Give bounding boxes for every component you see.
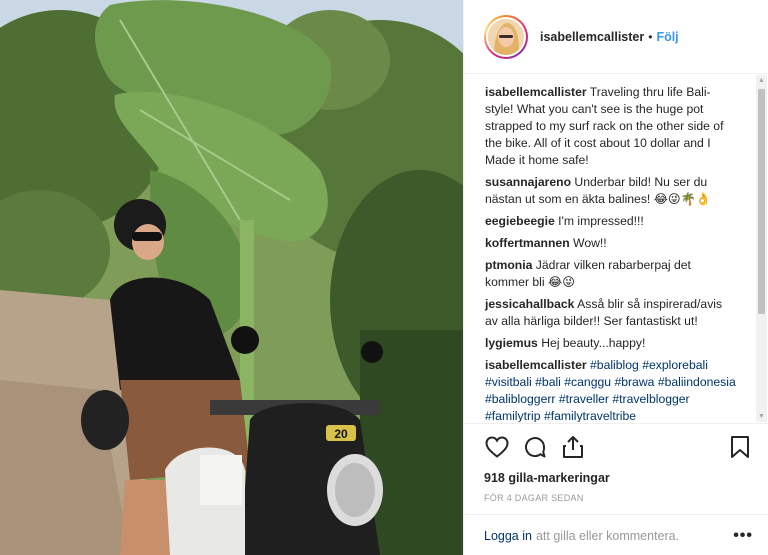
more-options-icon[interactable]: ••• <box>733 527 753 545</box>
hashtag-link[interactable]: #visitbali <box>485 375 532 389</box>
comment-text: Hej beauty...happy! <box>541 336 646 350</box>
comment-username[interactable]: jessicahallback <box>485 297 574 311</box>
comment-username[interactable]: koffertmannen <box>485 236 570 250</box>
hashtag-link[interactable]: #explorebali <box>642 358 708 372</box>
login-link[interactable]: Logga in <box>484 529 532 543</box>
comment-item: ptmonia Jädrar vilken rabarberpaj det ko… <box>485 257 738 291</box>
avatar[interactable] <box>484 14 528 59</box>
login-prompt: Logga in att gilla eller kommentera. ••• <box>464 514 768 555</box>
comment-username[interactable]: lygiemus <box>485 336 538 350</box>
hashtag-link[interactable]: #familytrip <box>485 409 541 422</box>
follow-button[interactable]: Följ <box>656 30 678 44</box>
comment-item: isabellemcallister Traveling thru life B… <box>485 84 738 169</box>
share-button[interactable] <box>560 434 586 460</box>
hashtag-link[interactable]: #balibloggerr <box>485 392 555 406</box>
heart-icon <box>485 436 509 458</box>
comment-username[interactable]: susannajareno <box>485 175 571 189</box>
header-separator: • <box>648 29 653 44</box>
action-bar <box>484 432 753 462</box>
hashtag-link[interactable]: #baliindonesia <box>658 375 736 389</box>
comment-username[interactable]: ptmonia <box>485 258 532 272</box>
hashtag-link[interactable]: #baliblog <box>590 358 639 372</box>
post-panel: isabellemcallister • Följ isabellemcalli… <box>463 0 768 555</box>
hashtag-link[interactable]: #canggu <box>564 375 611 389</box>
post-photo[interactable]: 20 <box>0 0 463 555</box>
header-username[interactable]: isabellemcallister <box>540 30 644 44</box>
comment-text: Wow!! <box>573 236 607 250</box>
hashtag-link[interactable]: #brawa <box>614 375 654 389</box>
scroll-down-arrow-icon[interactable]: ▼ <box>756 411 767 422</box>
comment-item: koffertmannen Wow!! <box>485 235 738 252</box>
avatar-image <box>488 18 524 55</box>
comment-button[interactable] <box>522 434 548 460</box>
speech-bubble-icon <box>525 437 546 458</box>
scrollbar-thumb[interactable] <box>758 89 765 314</box>
comment-text: I'm impressed!!! <box>558 214 644 228</box>
bookmark-icon <box>731 436 749 458</box>
login-text: att gilla eller kommentera. <box>535 528 680 543</box>
save-button[interactable] <box>727 434 753 460</box>
post-timestamp[interactable]: FÖR 4 DAGAR SEDAN <box>484 493 753 503</box>
hashtag-link[interactable]: #familytraveltribe <box>544 409 636 422</box>
post-actions: 918 gilla-markeringar FÖR 4 DAGAR SEDAN … <box>464 423 768 555</box>
comment-username[interactable]: isabellemcallister <box>485 358 587 372</box>
comments-scrollbar[interactable]: ▲ ▼ <box>756 75 767 422</box>
post-header: isabellemcallister • Följ <box>464 0 768 74</box>
comment-item: jessicahallback Asså blir så inspirerad/… <box>485 296 738 330</box>
scooter-number: 20 <box>334 427 348 441</box>
hashtag-link[interactable]: #bali <box>535 375 561 389</box>
hashtag-link[interactable]: #traveller <box>559 392 609 406</box>
comments-list: isabellemcallister Traveling thru life B… <box>464 75 756 422</box>
comment-item: eegiebeegie I'm impressed!!! <box>485 213 738 230</box>
comment-item: susannajareno Underbar bild! Nu ser du n… <box>485 174 738 208</box>
comment-item: lygiemus Hej beauty...happy! <box>485 335 738 352</box>
scroll-up-arrow-icon[interactable]: ▲ <box>756 75 767 86</box>
like-button[interactable] <box>484 434 510 460</box>
photo-illustration: 20 <box>0 0 463 555</box>
likes-count[interactable]: 918 gilla-markeringar <box>484 471 753 485</box>
hashtag-comment: isabellemcallister #baliblog #explorebal… <box>485 357 738 422</box>
share-icon <box>563 436 583 458</box>
comment-username[interactable]: eegiebeegie <box>485 214 555 228</box>
comment-username[interactable]: isabellemcallister <box>485 85 587 99</box>
hashtag-link[interactable]: #travelblogger <box>612 392 689 406</box>
